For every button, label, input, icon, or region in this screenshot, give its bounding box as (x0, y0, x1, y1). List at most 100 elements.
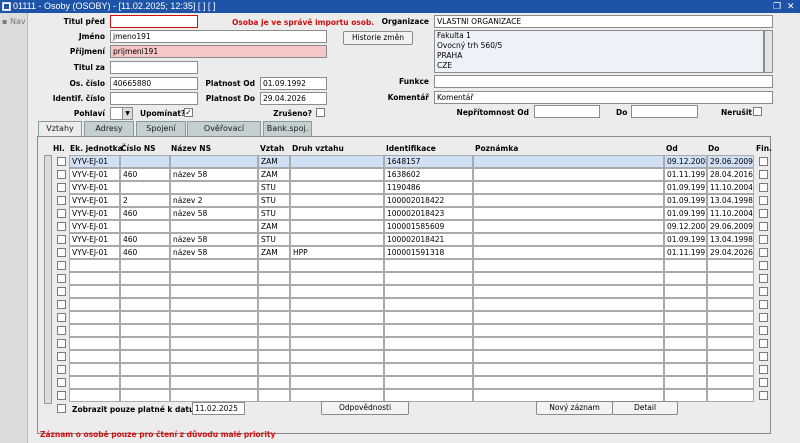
table-cell-ident[interactable] (384, 350, 473, 363)
fin-checkbox[interactable] (759, 287, 768, 296)
table-cell-vztah[interactable] (258, 298, 290, 311)
table-cell-vztah[interactable] (258, 337, 290, 350)
tab-spojeni[interactable]: Spojení (136, 121, 186, 136)
hl-checkbox[interactable] (57, 157, 66, 166)
table-cell-pozn[interactable] (473, 285, 664, 298)
table-cell-od[interactable]: 01.11.1997 (664, 168, 707, 181)
hl-checkbox[interactable] (57, 300, 66, 309)
table-cell-ident[interactable] (384, 298, 473, 311)
table-cell-cislo-ns[interactable] (120, 220, 170, 233)
table-cell-do[interactable]: 29.06.2009 (707, 155, 754, 168)
table-cell-druh[interactable] (290, 168, 384, 181)
table-cell-ek[interactable] (69, 337, 120, 350)
fin-checkbox[interactable] (759, 339, 768, 348)
table-cell-pozn[interactable] (473, 168, 664, 181)
table-cell-pozn[interactable] (473, 311, 664, 324)
table-cell-cislo-ns[interactable] (120, 259, 170, 272)
table-cell-ident[interactable]: 100001585609 (384, 220, 473, 233)
table-cell-cislo-ns[interactable] (120, 389, 170, 402)
table-cell-nazev-ns[interactable]: název 58 (170, 207, 258, 220)
table-cell-nazev-ns[interactable] (170, 285, 258, 298)
table-cell-do[interactable]: 11.10.2004 (707, 181, 754, 194)
table-cell-vztah[interactable]: ZAM (258, 168, 290, 181)
table-cell-ek[interactable] (69, 350, 120, 363)
table-cell-do[interactable]: 13.04.1998 (707, 233, 754, 246)
hl-checkbox[interactable] (57, 378, 66, 387)
hl-checkbox[interactable] (57, 222, 66, 231)
table-cell-ident[interactable]: 1648157 (384, 155, 473, 168)
table-cell-vztah[interactable]: ZAM (258, 155, 290, 168)
table-cell-vztah[interactable] (258, 272, 290, 285)
table-scrollbar[interactable] (44, 155, 52, 404)
table-cell-ident[interactable] (384, 376, 473, 389)
table-cell-od[interactable] (664, 337, 707, 350)
table-cell-ek[interactable]: VYV-EJ-01 (69, 168, 120, 181)
upominat-checkbox[interactable]: ✓ (184, 108, 193, 117)
table-cell-pozn[interactable] (473, 324, 664, 337)
fin-checkbox[interactable] (759, 196, 768, 205)
table-cell-vztah[interactable] (258, 350, 290, 363)
novy-zaznam-button[interactable]: Nový záznam (536, 401, 613, 415)
table-cell-druh[interactable] (290, 363, 384, 376)
fin-checkbox[interactable] (759, 274, 768, 283)
fin-checkbox[interactable] (759, 378, 768, 387)
fin-checkbox[interactable] (759, 391, 768, 400)
hl-checkbox[interactable] (57, 287, 66, 296)
table-cell-pozn[interactable] (473, 181, 664, 194)
table-cell-do[interactable]: 28.04.2016 (707, 168, 754, 181)
table-cell-do[interactable] (707, 324, 754, 337)
table-cell-od[interactable]: 01.09.1992 (664, 233, 707, 246)
table-cell-pozn[interactable] (473, 272, 664, 285)
table-cell-od[interactable] (664, 363, 707, 376)
table-cell-pozn[interactable] (473, 376, 664, 389)
nerusit-checkbox[interactable] (753, 107, 762, 116)
table-cell-do[interactable]: 29.04.2026 (707, 246, 754, 259)
funkce-field[interactable] (434, 75, 773, 88)
table-cell-vztah[interactable]: ZAM (258, 246, 290, 259)
nepritomnost-od-field[interactable] (534, 105, 600, 118)
table-cell-vztah[interactable] (258, 311, 290, 324)
zruseno-checkbox[interactable] (316, 108, 325, 117)
table-cell-nazev-ns[interactable] (170, 220, 258, 233)
table-cell-pozn[interactable] (473, 350, 664, 363)
table-cell-nazev-ns[interactable] (170, 259, 258, 272)
detail-button[interactable]: Detail (612, 401, 678, 415)
table-cell-pozn[interactable] (473, 155, 664, 168)
table-cell-ek[interactable]: VYV-EJ-01 (69, 207, 120, 220)
table-cell-ident[interactable]: 100001591318 (384, 246, 473, 259)
table-cell-do[interactable] (707, 285, 754, 298)
table-cell-nazev-ns[interactable] (170, 272, 258, 285)
table-cell-ek[interactable] (69, 324, 120, 337)
table-cell-ek[interactable] (69, 298, 120, 311)
nav-button[interactable]: ▪ Nav (2, 17, 26, 26)
table-cell-vztah[interactable]: ZAM (258, 220, 290, 233)
table-cell-od[interactable] (664, 285, 707, 298)
table-cell-cislo-ns[interactable]: 460 (120, 246, 170, 259)
table-cell-od[interactable] (664, 298, 707, 311)
table-cell-ident[interactable] (384, 272, 473, 285)
table-cell-cislo-ns[interactable] (120, 285, 170, 298)
table-cell-ident[interactable]: 1638602 (384, 168, 473, 181)
table-cell-ident[interactable] (384, 324, 473, 337)
titul-za-field[interactable] (110, 61, 198, 74)
table-cell-pozn[interactable] (473, 337, 664, 350)
table-cell-pozn[interactable] (473, 259, 664, 272)
table-cell-ek[interactable] (69, 389, 120, 402)
table-cell-ident[interactable]: 100002018422 (384, 194, 473, 207)
table-cell-vztah[interactable]: STU (258, 194, 290, 207)
table-cell-vztah[interactable]: STU (258, 207, 290, 220)
hl-checkbox[interactable] (57, 365, 66, 374)
tab-overovaci-dolozka[interactable]: Ověřovací doložka (187, 121, 261, 147)
fin-checkbox[interactable] (759, 352, 768, 361)
hl-checkbox[interactable] (57, 274, 66, 283)
zobrazit-checkbox[interactable] (57, 404, 66, 413)
table-cell-ek[interactable] (69, 259, 120, 272)
table-cell-do[interactable] (707, 350, 754, 363)
fin-checkbox[interactable] (759, 209, 768, 218)
fin-checkbox[interactable] (759, 170, 768, 179)
table-cell-druh[interactable] (290, 233, 384, 246)
hl-checkbox[interactable] (57, 170, 66, 179)
fin-checkbox[interactable] (759, 326, 768, 335)
table-cell-cislo-ns[interactable]: 460 (120, 207, 170, 220)
fin-checkbox[interactable] (759, 157, 768, 166)
